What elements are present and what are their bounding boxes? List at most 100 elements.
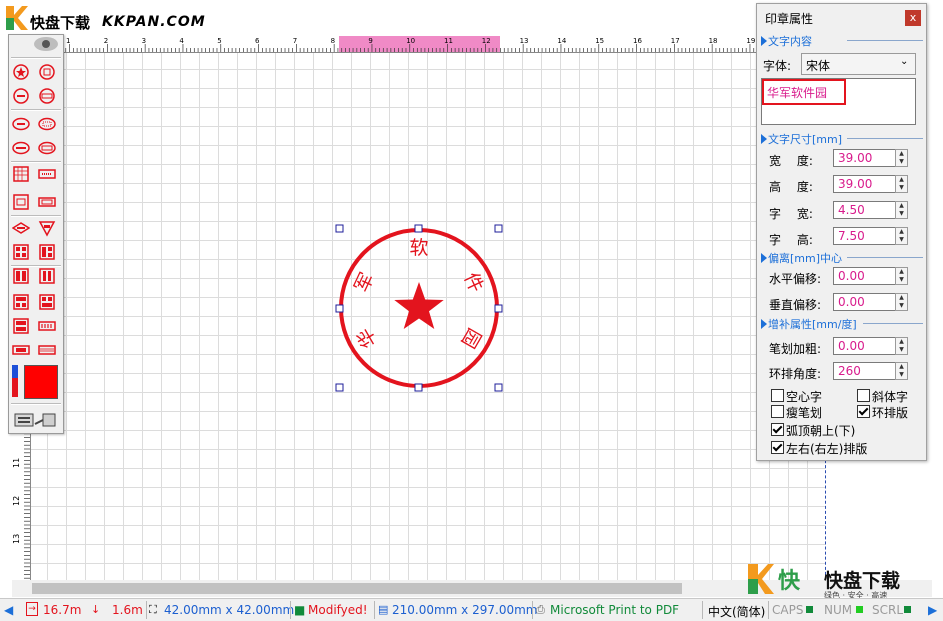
- fill-color-swatch[interactable]: [24, 365, 58, 399]
- ruler-label: 3: [142, 37, 146, 45]
- height-input[interactable]: 39.00: [833, 175, 897, 193]
- grid-seal-tool-icon[interactable]: [12, 165, 30, 183]
- char-height-input[interactable]: 7.50: [833, 227, 897, 245]
- printer-name: Microsoft Print to PDF: [550, 603, 680, 617]
- bar-code-tool-icon[interactable]: [38, 317, 56, 335]
- angle-spinner[interactable]: 260 ▲ ▼: [833, 362, 909, 380]
- v-offset-input[interactable]: 0.00: [833, 293, 897, 311]
- stroke-label: 笔划加粗:: [769, 342, 822, 356]
- text-content-input[interactable]: 华军软件园: [761, 78, 916, 125]
- oval-seal-bar-tool-icon[interactable]: [12, 139, 30, 157]
- char-width-spinner[interactable]: 4.50 ▲ ▼: [833, 201, 909, 219]
- section-offset: 偏离[mm]中心: [761, 250, 923, 266]
- width-spinner[interactable]: 39.00 ▲ ▼: [833, 149, 909, 167]
- section-arrow-icon: [761, 36, 767, 46]
- wide-bar-tool-icon[interactable]: [38, 341, 56, 359]
- small-rect-tool-icon[interactable]: [12, 341, 30, 359]
- ruler-label: 11: [12, 458, 21, 468]
- caps-indicator: CAPS: [772, 603, 804, 617]
- cursor-pos-x: 16.7m: [43, 603, 82, 617]
- oval-seal-dots-tool-icon[interactable]: [38, 115, 56, 133]
- site-logo: 快盘下载 KKPAN.COM: [0, 0, 260, 34]
- logo-domain: KKPAN.COM: [102, 14, 206, 30]
- height-spinner[interactable]: 39.00 ▲ ▼: [833, 175, 909, 193]
- printer-icon: ⎙: [536, 603, 545, 616]
- half-split-tool-icon[interactable]: [12, 317, 30, 335]
- angle-label: 环排角度:: [769, 367, 822, 381]
- scroll-right-icon[interactable]: ▶: [928, 603, 937, 617]
- h-offset-spinner[interactable]: 0.00 ▲ ▼: [833, 267, 909, 285]
- char-height-label: 字 高:: [769, 233, 813, 247]
- ruler-label: 5: [217, 37, 221, 45]
- round-seal-minus-tool-icon[interactable]: [12, 87, 30, 105]
- width-input[interactable]: 39.00: [833, 149, 897, 167]
- h-offset-input[interactable]: 0.00: [833, 267, 897, 285]
- color-strip[interactable]: [12, 365, 18, 397]
- ruler-label: 14: [557, 37, 566, 45]
- round-seal-square-tool-icon[interactable]: [38, 63, 56, 81]
- round-seal-star-tool-icon[interactable]: [12, 63, 30, 81]
- ring-layout-checkbox[interactable]: 环排版: [857, 404, 908, 421]
- eye-icon[interactable]: [31, 35, 61, 53]
- rect-bar-seal-tool-icon[interactable]: [38, 165, 56, 183]
- hollow-checkbox[interactable]: 空心字: [771, 388, 822, 405]
- scrl-indicator: SCRL: [872, 603, 904, 617]
- left-right-layout-checkbox[interactable]: 左右(右左)排版: [771, 440, 867, 457]
- seal-char: 军: [351, 269, 379, 296]
- ruler-label: 9: [368, 37, 372, 45]
- ruler-label: 6: [255, 37, 260, 45]
- thin-stroke-checkbox[interactable]: 瘦笔划: [771, 404, 822, 421]
- page-icon: ▤: [378, 603, 389, 616]
- arc-top-up-checkbox[interactable]: 弧顶朝上(下): [771, 422, 855, 439]
- top-ruler: 1 2 3 4 5 6 7 8 9 10 11 12 13 14 15 16 17 18 19: [62, 36, 756, 53]
- ruler-label: 4: [179, 37, 184, 45]
- num-led: [856, 606, 863, 613]
- v-offset-spinner[interactable]: 0.00 ▲ ▼: [833, 293, 909, 311]
- char-height-spinner[interactable]: 7.50 ▲ ▼: [833, 227, 909, 245]
- toolbox-divider: [11, 161, 61, 163]
- seal-size: 42.00mm x 42.00mm: [164, 603, 295, 617]
- stroke-spinner[interactable]: 0.00 ▲ ▼: [833, 337, 909, 355]
- seal-char: 件: [459, 269, 487, 296]
- watermark-brand-first: 快: [778, 569, 801, 594]
- triangle-seal-tool-icon[interactable]: [38, 219, 56, 237]
- v-offset-label: 垂直偏移:: [769, 298, 822, 312]
- text-content-value: 华军软件园: [767, 86, 828, 100]
- scrollbar-thumb[interactable]: [32, 583, 682, 594]
- section-arrow-icon: [761, 319, 767, 329]
- stroke-input[interactable]: 0.00: [833, 337, 897, 355]
- seal-stamp[interactable]: 华 军 软件园: [330, 220, 510, 400]
- watermark-logo: 快 快盘下载 绿色 · 安全 · 高速: [742, 560, 922, 600]
- oval-seal-plain-tool-icon[interactable]: [38, 139, 56, 157]
- height-label: 高 度:: [769, 180, 813, 194]
- rect-seal-tool-icon[interactable]: [12, 193, 30, 211]
- scroll-left-icon[interactable]: ◀: [4, 603, 13, 617]
- oval-seal-tool-icon[interactable]: [12, 115, 30, 133]
- round-seal-bar-tool-icon[interactable]: [38, 87, 56, 105]
- double-bar-seal-tool-icon[interactable]: [12, 267, 30, 285]
- char-width-label: 字 宽:: [769, 207, 813, 221]
- h-offset-label: 水平偏移:: [769, 272, 822, 286]
- panel-title: 印章属性: [765, 12, 814, 26]
- italic-checkbox[interactable]: 斜体字: [857, 388, 908, 405]
- ruler-ticks: 1 2 3 4 5 6 7 8 9 10 11 12 13 14 15 16 17 18 19: [62, 37, 755, 52]
- panel-close-button[interactable]: x: [905, 10, 921, 26]
- quad-grid-alt-tool-icon[interactable]: [38, 293, 56, 311]
- rect-seal-wide-tool-icon[interactable]: [38, 193, 56, 211]
- ruler-label: 12: [482, 37, 491, 45]
- char-width-input[interactable]: 4.50: [833, 201, 897, 219]
- logo-brand: 快盘下载: [30, 14, 91, 32]
- status-bar: ◀ → 16.7m ↓ 1.6m ⛶ 42.00mm x 42.00mm ■ M…: [0, 598, 943, 621]
- diamond-seal-tool-icon[interactable]: [11, 219, 31, 237]
- ruler-label: 19: [746, 37, 755, 45]
- angle-input[interactable]: 260: [833, 362, 897, 380]
- split-seal-tool-icon[interactable]: [38, 243, 56, 261]
- font-select[interactable]: 宋体 ⌄: [801, 53, 916, 75]
- ruler-label: 11: [444, 37, 453, 45]
- save-icon: ■: [294, 603, 306, 617]
- seal-star: [394, 282, 444, 329]
- quad-grid-tool-icon[interactable]: [12, 293, 30, 311]
- print-preview-icon[interactable]: [13, 411, 57, 429]
- quad-seal-tool-icon[interactable]: [12, 243, 30, 261]
- twin-rect-seal-tool-icon[interactable]: [38, 267, 56, 285]
